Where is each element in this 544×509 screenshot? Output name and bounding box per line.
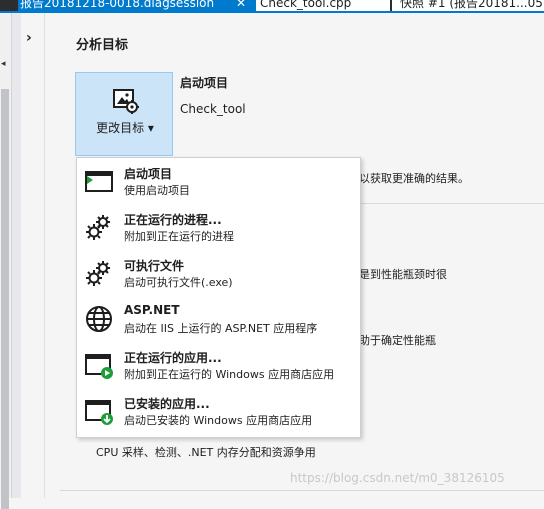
startup-project-title: 启动项目 — [180, 76, 229, 90]
menu-item-startup-project[interactable]: 启动项目 使用启动项目 — [77, 158, 360, 204]
menu-item-executable[interactable]: 可执行文件 启动可执行文件(.exe) — [77, 250, 360, 296]
background-text: 助于确定性能瓶 — [359, 334, 436, 347]
panel-divider — [44, 13, 45, 498]
menu-item-label: 可执行文件 — [124, 259, 185, 273]
scrollbar-thumb[interactable] — [1, 89, 9, 509]
menu-item-label: ASP.NET — [124, 303, 180, 317]
menu-item-running-process[interactable]: 正在运行的进程... 附加到正在运行的进程 — [77, 204, 360, 250]
menu-item-installed-app[interactable]: 已安装的应用... 启动已安装的 Windows 应用商店应用 — [77, 388, 360, 434]
tab-snapshot[interactable]: 快照 #1 (报告20181...05.d — [392, 0, 544, 11]
menu-item-label: 启动项目 — [124, 167, 173, 181]
target-image-gear-icon — [113, 89, 139, 114]
menu-item-desc: 使用启动项目 — [124, 184, 190, 197]
tab-check-tool-cpp[interactable]: Check_tool.cpp — [256, 0, 390, 11]
chevron-right-icon[interactable]: › — [26, 30, 32, 46]
menu-item-desc: 附加到正在运行的进程 — [124, 230, 234, 243]
close-icon[interactable]: ✕ — [236, 0, 246, 11]
background-text: CPU 采样、检测、.NET 内存分配和资源争用 — [96, 446, 316, 459]
menu-item-label: 已安装的应用... — [124, 397, 210, 411]
globe-icon — [86, 306, 112, 332]
menu-item-desc: 启动已安装的 Windows 应用商店应用 — [124, 414, 313, 427]
document-tab-bar: 报告20181218-0018.diagsession ✕ Check_tool… — [0, 0, 544, 11]
running-app-icon — [85, 354, 113, 379]
change-target-button[interactable]: 更改目标 ▾ — [75, 72, 173, 156]
menu-item-label: 正在运行的进程... — [124, 213, 222, 227]
background-text: 以获取更准确的结果。 — [359, 172, 469, 185]
tab-label: 报告20181218-0018.diagsession — [20, 0, 215, 10]
divider — [60, 490, 544, 491]
divider — [359, 203, 544, 204]
watermark: https://blog.csdn.net/m0_38126105 — [290, 471, 505, 485]
menu-item-desc: 启动可执行文件(.exe) — [124, 276, 233, 289]
startup-window-icon — [85, 171, 113, 192]
section-title: 分析目标 — [76, 38, 129, 53]
installed-app-icon — [85, 400, 113, 425]
change-target-label: 更改目标 ▾ — [96, 121, 154, 135]
side-strip — [12, 13, 21, 498]
gears-icon — [86, 261, 110, 286]
scroll-arrow-icon[interactable]: ◂ — [1, 59, 6, 69]
menu-item-label: 正在运行的应用... — [124, 351, 222, 365]
background-text: 是到性能瓶颈时很 — [359, 268, 447, 281]
tab-label: 快照 #1 (报告20181...05.d — [400, 0, 544, 10]
menu-item-desc: 附加到正在运行的 Windows 应用商店应用 — [124, 368, 335, 381]
startup-project-value: Check_tool — [180, 102, 246, 116]
menu-item-asp-net[interactable]: ASP.NET 启动在 IIS 上运行的 ASP.NET 应用程序 — [77, 296, 360, 342]
target-dropdown-menu: 启动项目 使用启动项目 正在运行的进程... 附加到正在运行的进程 可执行文件 … — [76, 157, 361, 438]
tab-diagsession[interactable]: 报告20181218-0018.diagsession ✕ — [18, 0, 256, 11]
menu-item-desc: 启动在 IIS 上运行的 ASP.NET 应用程序 — [124, 322, 318, 335]
gears-icon — [86, 215, 110, 240]
menu-item-running-app[interactable]: 正在运行的应用... 附加到正在运行的 Windows 应用商店应用 — [77, 342, 360, 388]
tab-label: Check_tool.cpp — [260, 0, 352, 10]
left-scrollbar[interactable]: ◂ — [0, 13, 12, 509]
